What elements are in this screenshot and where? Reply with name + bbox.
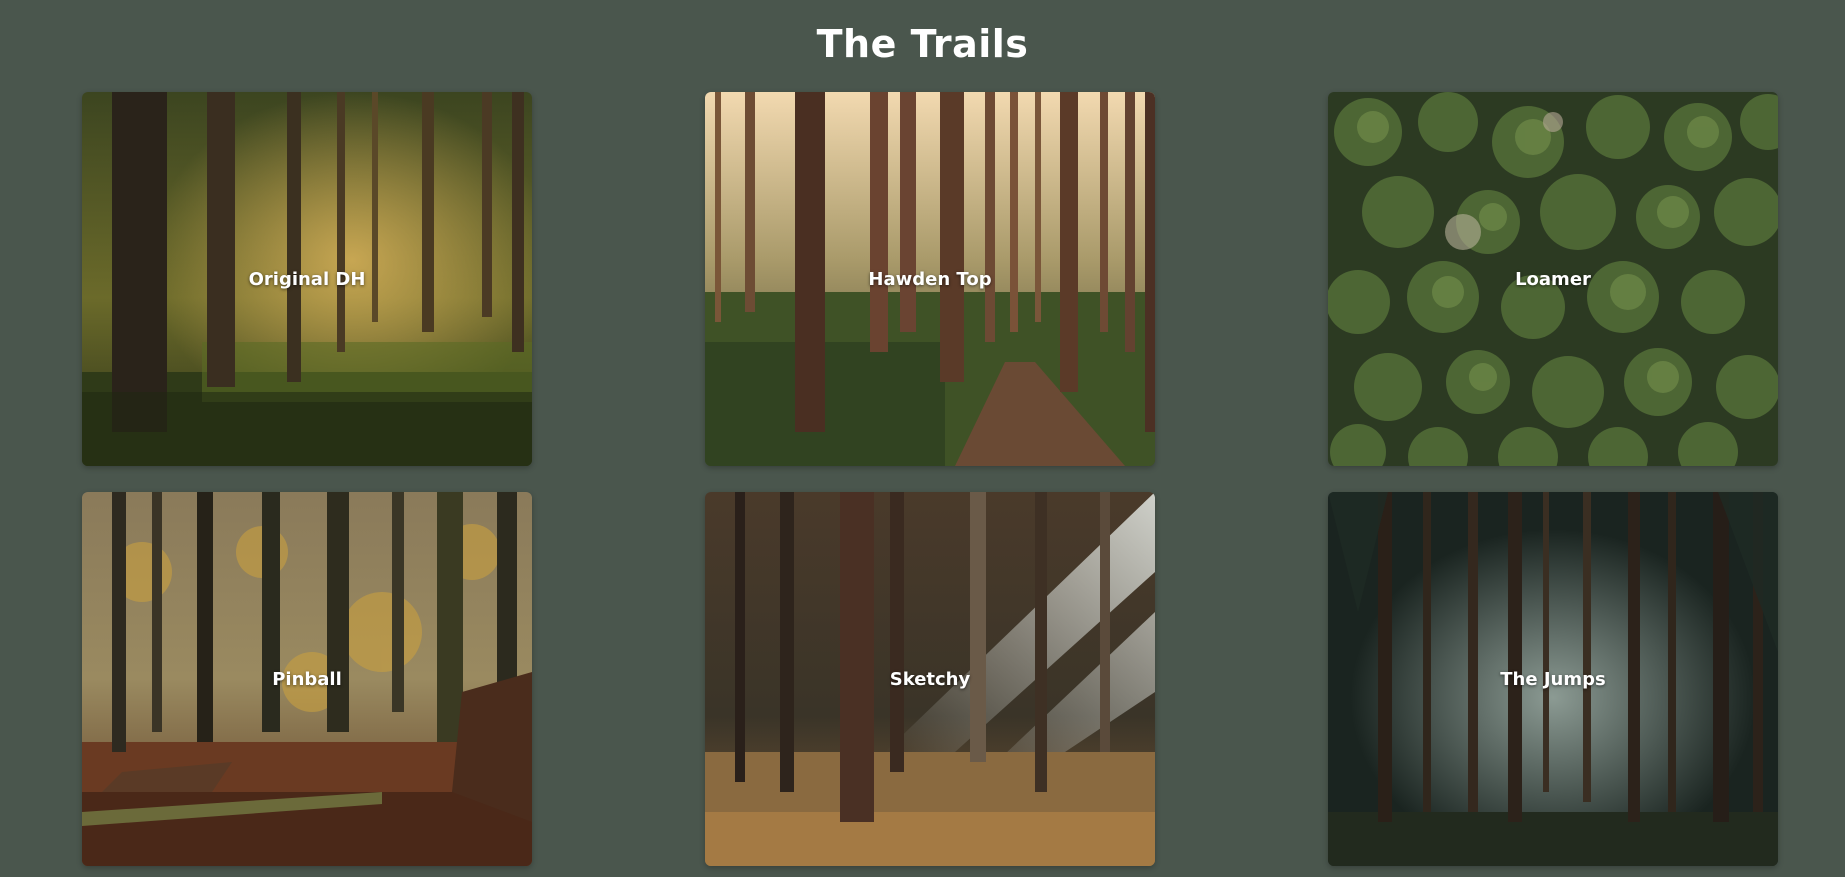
page-title: The Trails: [816, 22, 1029, 66]
trail-name: Original DH: [248, 268, 366, 290]
trails-grid: Original DH Hawden Top Loamer Pinball Sk…: [82, 92, 1778, 866]
trail-name: Hawden Top: [868, 268, 992, 290]
trail-name: Pinball: [272, 668, 342, 690]
trail-card-hawden-top[interactable]: Hawden Top: [705, 92, 1155, 466]
trail-card-sketchy[interactable]: Sketchy: [705, 492, 1155, 866]
trail-name: Loamer: [1515, 268, 1591, 290]
trail-name: Sketchy: [889, 668, 971, 690]
trail-card-pinball[interactable]: Pinball: [82, 492, 532, 866]
trail-name: The Jumps: [1500, 668, 1606, 690]
trail-card-loamer[interactable]: Loamer: [1328, 92, 1778, 466]
trail-card-the-jumps[interactable]: The Jumps: [1328, 492, 1778, 866]
trail-card-original-dh[interactable]: Original DH: [82, 92, 532, 466]
